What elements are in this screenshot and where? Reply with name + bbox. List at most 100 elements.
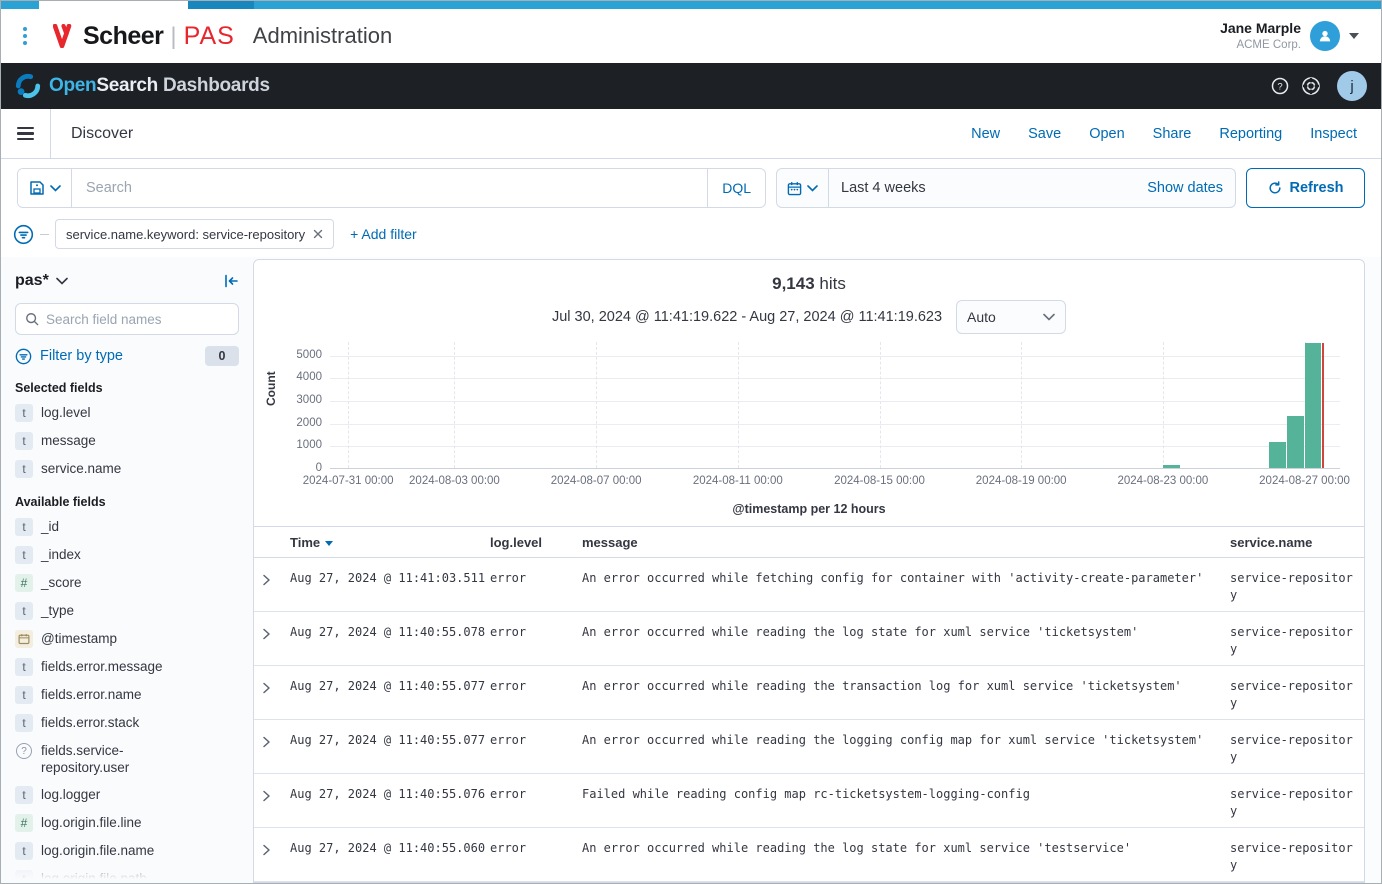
column-header-service-name[interactable]: service.name: [1230, 535, 1356, 550]
field-label: fields.error.message: [41, 658, 163, 675]
expand-row-icon[interactable]: [262, 558, 290, 611]
text-field-icon: t: [15, 460, 33, 478]
expand-row-icon[interactable]: [262, 612, 290, 665]
expand-row-icon[interactable]: [262, 720, 290, 773]
filter-by-type[interactable]: Filter by type 0: [15, 343, 239, 369]
gridline: [1163, 342, 1164, 468]
search-input[interactable]: [72, 180, 707, 196]
expand-row-icon[interactable]: [262, 828, 290, 881]
current-time-marker: [1322, 343, 1324, 468]
field-item-_id[interactable]: t_id: [15, 513, 239, 541]
field-search-box: [15, 303, 239, 335]
nav-action-share[interactable]: Share: [1153, 126, 1192, 142]
date-quick-select-button[interactable]: [777, 169, 829, 207]
hamburger-menu-icon[interactable]: [17, 127, 34, 141]
field-item-log.origin.file.name[interactable]: tlog.origin.file.name: [15, 837, 239, 865]
time-range-value[interactable]: Last 4 weeks: [829, 180, 1135, 196]
column-header-message[interactable]: message: [582, 535, 1230, 550]
opensearch-logo[interactable]: OpenSearchDashboards: [15, 73, 270, 99]
expand-row-icon[interactable]: [262, 666, 290, 719]
field-item-log.origin.file.path[interactable]: tlog.origin.file.path: [15, 865, 239, 883]
cell-service-name: service-repository: [1230, 612, 1356, 665]
field-item-fields.error.message[interactable]: tfields.error.message: [15, 653, 239, 681]
nav-action-reporting[interactable]: Reporting: [1219, 126, 1282, 142]
gridline: [330, 378, 1340, 379]
nav-action-inspect[interactable]: Inspect: [1310, 126, 1357, 142]
user-avatar[interactable]: [1310, 21, 1340, 51]
saved-query-button[interactable]: [18, 169, 72, 207]
kebab-menu-icon[interactable]: [23, 27, 27, 45]
field-item-fields.error.stack[interactable]: tfields.error.stack: [15, 709, 239, 737]
field-item-_score[interactable]: #_score: [15, 569, 239, 597]
field-item-@timestamp[interactable]: @timestamp: [15, 625, 239, 653]
expand-row-icon[interactable]: [262, 774, 290, 827]
column-header-time[interactable]: Time: [290, 535, 490, 550]
histogram-bar[interactable]: [1287, 416, 1304, 468]
table-header: Timelog.levelmessageservice.name: [254, 526, 1364, 558]
interval-select[interactable]: Auto: [956, 300, 1066, 334]
number-field-icon: #: [15, 814, 33, 832]
text-field-icon: t: [15, 786, 33, 804]
table-row[interactable]: Aug 27, 2024 @ 11:40:55.060errorAn error…: [254, 828, 1364, 882]
field-item-_type[interactable]: t_type: [15, 597, 239, 625]
filter-pill[interactable]: service.name.keyword: service-repository: [55, 219, 334, 249]
filter-icon[interactable]: [13, 224, 34, 245]
field-label: _type: [41, 602, 74, 619]
nav-action-new[interactable]: New: [971, 126, 1000, 142]
filter-bar: service.name.keyword: service-repository…: [1, 217, 1381, 257]
histogram-bar[interactable]: [1163, 465, 1180, 468]
feedback-lifebuoy-icon[interactable]: [1301, 76, 1321, 96]
field-search-input[interactable]: [46, 312, 229, 327]
field-item-log.level[interactable]: tlog.level: [15, 399, 239, 427]
field-item-_index[interactable]: t_index: [15, 541, 239, 569]
osd-avatar-initial: j: [1350, 78, 1353, 95]
table-row[interactable]: Aug 27, 2024 @ 11:40:55.076errorFailed w…: [254, 774, 1364, 828]
histogram-bar[interactable]: [1269, 442, 1286, 468]
help-icon[interactable]: ?: [1271, 77, 1289, 95]
histogram-bar[interactable]: [1305, 343, 1322, 468]
y-tick: 3000: [296, 394, 322, 406]
cell-message: An error occurred while reading the logg…: [582, 720, 1230, 773]
chart-plot-area[interactable]: [330, 342, 1340, 469]
table-row[interactable]: Aug 27, 2024 @ 11:40:55.077errorAn error…: [254, 666, 1364, 720]
opensearch-header: OpenSearchDashboards ? j: [1, 63, 1381, 109]
add-filter-link[interactable]: + Add filter: [350, 226, 417, 242]
y-tick: 4000: [296, 371, 322, 383]
text-field-icon: t: [15, 842, 33, 860]
cell-service-name: service-repository: [1230, 774, 1356, 827]
remove-filter-icon[interactable]: [313, 229, 323, 239]
collapse-sidebar-icon[interactable]: [223, 273, 239, 289]
refresh-button[interactable]: Refresh: [1246, 168, 1365, 208]
nav-action-open[interactable]: Open: [1089, 126, 1124, 142]
column-header-log-level[interactable]: log.level: [490, 535, 582, 550]
svg-text:?: ?: [1277, 81, 1282, 92]
query-language-button[interactable]: DQL: [707, 169, 765, 207]
text-field-icon: t: [15, 870, 33, 883]
cell-time: Aug 27, 2024 @ 11:41:03.511: [290, 558, 490, 611]
table-row[interactable]: Aug 27, 2024 @ 11:41:03.511errorAn error…: [254, 558, 1364, 612]
field-item-message[interactable]: tmessage: [15, 427, 239, 455]
text-field-icon: t: [15, 546, 33, 564]
filter-pill-label: service.name.keyword: service-repository: [66, 227, 305, 242]
nav-action-save[interactable]: Save: [1028, 126, 1061, 142]
index-pattern-selector[interactable]: pas*: [15, 272, 68, 290]
field-item-log.origin.file.line[interactable]: #log.origin.file.line: [15, 809, 239, 837]
field-item-fields.error.name[interactable]: tfields.error.name: [15, 681, 239, 709]
table-row[interactable]: Aug 27, 2024 @ 11:40:55.078errorAn error…: [254, 612, 1364, 666]
pas-header: Scheer | PAS Administration Jane Marple …: [1, 9, 1381, 63]
x-axis-label: @timestamp per 12 hours: [254, 502, 1364, 516]
field-item-log.logger[interactable]: tlog.logger: [15, 781, 239, 809]
user-menu-caret-icon[interactable]: [1349, 33, 1359, 39]
cell-log-level: error: [490, 828, 582, 881]
field-item-fields.service-repository.user[interactable]: ?fields.service-repository.user: [15, 737, 239, 781]
search-group: DQL: [17, 168, 766, 208]
field-item-service.name[interactable]: tservice.name: [15, 455, 239, 483]
hits-label: hits: [819, 274, 845, 293]
osd-user-avatar[interactable]: j: [1337, 71, 1367, 101]
chevron-down-icon: [807, 185, 818, 192]
brand-pas: PAS: [184, 22, 235, 51]
filter-count-badge: 0: [205, 346, 239, 366]
table-row[interactable]: Aug 27, 2024 @ 11:40:55.077errorAn error…: [254, 720, 1364, 774]
sort-desc-icon[interactable]: [325, 541, 333, 546]
show-dates-link[interactable]: Show dates: [1135, 180, 1235, 196]
